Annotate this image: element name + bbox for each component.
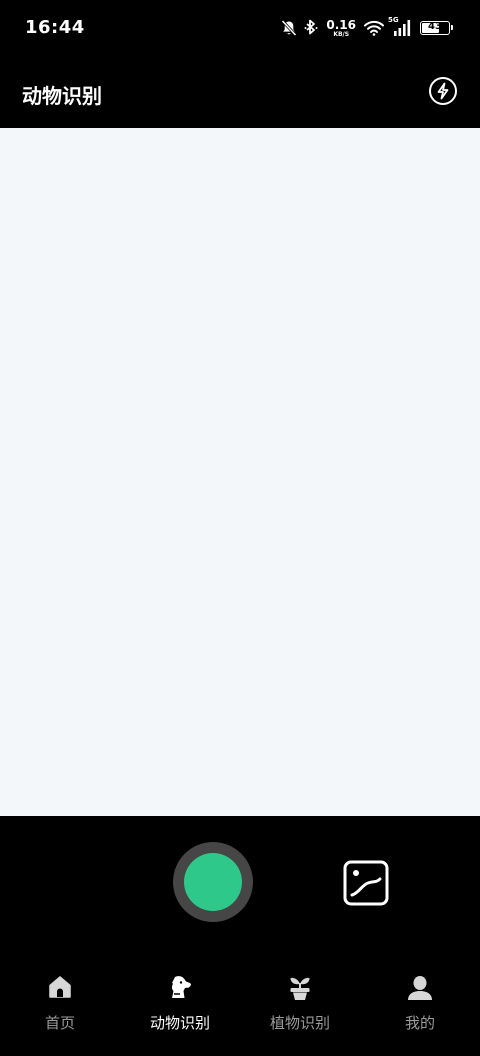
page-title: 动物识别 (22, 84, 102, 108)
camera-preview[interactable] (0, 128, 480, 816)
capture-controls (0, 816, 480, 956)
tab-mine[interactable]: 我的 (360, 956, 480, 1056)
battery-level: 43 (428, 21, 442, 32)
tab-label: 动物识别 (149, 1014, 210, 1032)
bell-muted-icon (280, 19, 298, 37)
net-speed-value: 0.16 (326, 17, 356, 32)
bluetooth-icon (304, 19, 318, 37)
tab-home[interactable]: 首页 (0, 956, 120, 1056)
status-icons: 0.16 KB/S 5G 43 (280, 16, 453, 40)
battery-icon: 43 (420, 21, 453, 35)
plant-icon (290, 977, 310, 1000)
status-bar: 16:44 0.16 KB/S 5G 43 (0, 0, 480, 56)
user-icon (408, 976, 432, 1000)
dog-icon (171, 976, 191, 998)
net-speed-unit: KB/S (333, 30, 350, 38)
net-speed: 0.16 KB/S (326, 19, 356, 38)
app-header: 动物识别 (0, 56, 480, 128)
gallery-icon (343, 860, 389, 906)
gallery-button[interactable] (342, 859, 390, 907)
home-icon (49, 976, 71, 998)
flash-icon (429, 77, 457, 105)
bottom-tab-bar: 首页 动物识别 植物识别 我的 (0, 956, 480, 1056)
shutter-button[interactable] (173, 842, 253, 922)
tab-label: 首页 (44, 1014, 75, 1032)
tab-label: 植物识别 (269, 1014, 330, 1032)
tab-plant-recognition[interactable]: 植物识别 (240, 956, 360, 1056)
flash-button[interactable] (428, 76, 458, 106)
status-time: 16:44 (25, 17, 85, 38)
tab-label: 我的 (404, 1014, 435, 1032)
tab-animal-recognition[interactable]: 动物识别 (120, 956, 240, 1056)
wifi-icon (364, 20, 384, 36)
signal-icon: 5G (388, 16, 412, 37)
shutter-inner (184, 853, 242, 911)
